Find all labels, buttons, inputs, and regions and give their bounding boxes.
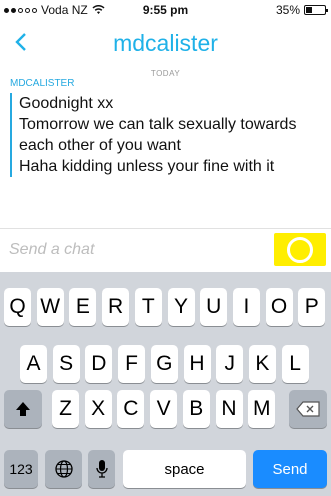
key-o[interactable]: O xyxy=(265,288,293,326)
status-right: 35% xyxy=(275,3,328,17)
key-d[interactable]: D xyxy=(85,345,113,383)
key-v[interactable]: V xyxy=(150,390,178,428)
page-title: mdcalister xyxy=(113,30,218,56)
space-key[interactable]: space xyxy=(123,450,246,488)
key-w[interactable]: W xyxy=(36,288,64,326)
key-q[interactable]: Q xyxy=(4,288,31,326)
chat-input-bar: Send a chat xyxy=(0,228,331,272)
message-group: Goodnight xx Tomorrow we can talk sexual… xyxy=(10,93,324,177)
key-x[interactable]: X xyxy=(84,390,112,428)
message-text: Goodnight xx xyxy=(19,95,114,112)
camera-button[interactable] xyxy=(274,233,326,266)
key-f[interactable]: F xyxy=(118,345,146,383)
backspace-key[interactable] xyxy=(289,390,327,428)
battery-icon xyxy=(304,5,328,15)
sender-name: MDCALISTER xyxy=(10,78,75,89)
microphone-icon xyxy=(95,460,108,478)
shift-arrow-icon xyxy=(16,402,30,416)
backspace-icon xyxy=(296,401,320,417)
chat-input[interactable]: Send a chat xyxy=(9,241,94,259)
key-t[interactable]: T xyxy=(134,288,162,326)
key-u[interactable]: U xyxy=(200,288,228,326)
key-n[interactable]: N xyxy=(215,390,243,428)
key-c[interactable]: C xyxy=(117,390,145,428)
key-m[interactable]: M xyxy=(248,390,276,428)
key-i[interactable]: I xyxy=(232,288,260,326)
status-bar: Voda NZ 9:55 pm 35% xyxy=(0,0,331,20)
key-l[interactable]: L xyxy=(281,345,309,383)
day-divider: TODAY xyxy=(150,69,181,78)
microphone-key[interactable] xyxy=(88,450,115,488)
keyboard: 123 space Send QWERTYUIOP ASDFGHJKL ZXCVBN… xyxy=(0,272,331,496)
key-k[interactable]: K xyxy=(248,345,276,383)
message-text: Haha kidding unless your fine with it xyxy=(19,158,275,175)
message-text: Tomorrow we can talk sexually towards ea… xyxy=(19,116,297,154)
battery-percent: 35% xyxy=(275,3,300,17)
key-s[interactable]: S xyxy=(52,345,80,383)
key-j[interactable]: J xyxy=(216,345,244,383)
key-r[interactable]: R xyxy=(102,288,130,326)
numbers-key[interactable]: 123 xyxy=(4,450,38,488)
camera-circle-icon xyxy=(287,237,313,263)
key-g[interactable]: G xyxy=(150,345,178,383)
key-p[interactable]: P xyxy=(298,288,326,326)
key-z[interactable]: Z xyxy=(52,390,79,428)
globe-icon xyxy=(54,460,73,478)
key-y[interactable]: Y xyxy=(167,288,195,326)
key-b[interactable]: B xyxy=(182,390,210,428)
nav-bar: mdcalister xyxy=(0,20,331,68)
globe-key[interactable] xyxy=(45,450,82,488)
key-a[interactable]: A xyxy=(20,345,47,383)
key-e[interactable]: E xyxy=(69,288,97,326)
send-button[interactable]: Send xyxy=(253,450,327,488)
shift-key[interactable] xyxy=(4,390,42,428)
key-h[interactable]: H xyxy=(183,345,211,383)
